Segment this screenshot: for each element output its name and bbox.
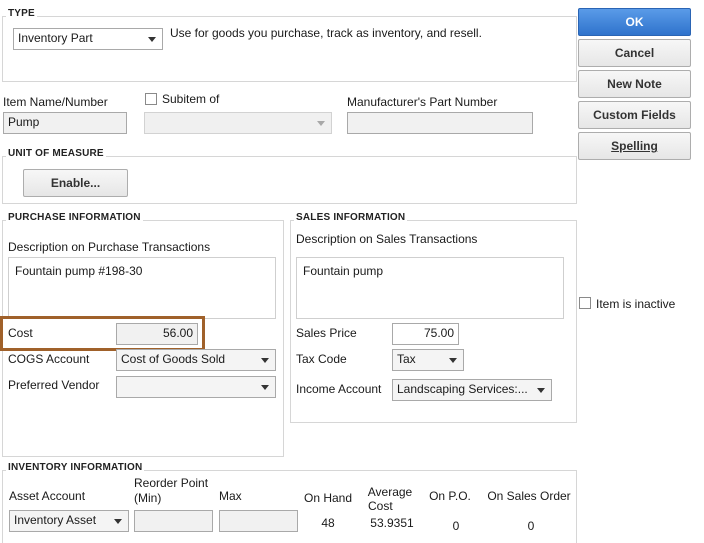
cogs-account-dropdown[interactable]: Cost of Goods Sold bbox=[116, 349, 276, 371]
average-cost-label-line1: Average bbox=[367, 485, 413, 499]
chevron-down-icon bbox=[537, 388, 545, 393]
item-type-value: Inventory Part bbox=[18, 31, 93, 45]
item-type-description: Use for goods you purchase, track as inv… bbox=[170, 26, 482, 40]
cogs-account-value: Cost of Goods Sold bbox=[121, 352, 226, 366]
item-inactive-checkbox[interactable] bbox=[579, 297, 591, 309]
income-account-label: Income Account bbox=[296, 382, 382, 396]
spelling-button[interactable]: Spelling bbox=[578, 132, 691, 160]
inventory-group-title: INVENTORY INFORMATION bbox=[6, 462, 145, 473]
cancel-button[interactable]: Cancel bbox=[578, 39, 691, 67]
asset-account-label: Asset Account bbox=[9, 489, 86, 503]
purchase-desc-label: Description on Purchase Transactions bbox=[8, 240, 211, 254]
sales-price-input[interactable]: 75.00 bbox=[392, 323, 459, 345]
on-sales-order-value: 0 bbox=[527, 519, 535, 533]
sales-group-title: SALES INFORMATION bbox=[294, 212, 408, 223]
reorder-point-label-line2: (Min) bbox=[134, 491, 162, 505]
on-sales-order-label: On Sales Order bbox=[487, 489, 571, 503]
mfr-part-label: Manufacturer's Part Number bbox=[347, 95, 498, 109]
sales-desc-label: Description on Sales Transactions bbox=[296, 232, 478, 246]
reorder-point-input[interactable] bbox=[134, 510, 213, 532]
average-cost-label: Average Cost bbox=[360, 485, 420, 513]
item-inactive-label: Item is inactive bbox=[596, 297, 676, 311]
purchase-group-title: PURCHASE INFORMATION bbox=[6, 212, 143, 223]
ok-button[interactable]: OK bbox=[578, 8, 691, 36]
reorder-point-label-line1: Reorder Point bbox=[134, 476, 209, 490]
on-hand-value: 48 bbox=[321, 516, 335, 530]
item-type-dropdown[interactable]: Inventory Part bbox=[13, 28, 163, 50]
mfr-part-input[interactable] bbox=[347, 112, 533, 134]
reorder-point-label: Reorder Point (Min) bbox=[134, 476, 208, 506]
on-po-value: 0 bbox=[452, 519, 460, 533]
uom-group-title: UNIT OF MEASURE bbox=[6, 148, 106, 159]
chevron-down-icon bbox=[449, 358, 457, 363]
item-name-label: Item Name/Number bbox=[3, 95, 108, 109]
item-name-input[interactable]: Pump bbox=[3, 112, 127, 134]
subitem-dropdown[interactable] bbox=[144, 112, 332, 134]
subitem-label: Subitem of bbox=[162, 92, 220, 106]
income-account-value: Landscaping Services:... bbox=[397, 382, 528, 396]
on-hand-label: On Hand bbox=[303, 491, 353, 505]
max-label: Max bbox=[219, 489, 242, 503]
cost-label: Cost bbox=[8, 326, 33, 340]
enable-uom-button[interactable]: Enable... bbox=[23, 169, 128, 197]
preferred-vendor-label: Preferred Vendor bbox=[8, 378, 100, 392]
average-cost-value: 53.9351 bbox=[370, 516, 414, 530]
chevron-down-icon bbox=[261, 358, 269, 363]
tax-code-label: Tax Code bbox=[296, 352, 347, 366]
tax-code-value: Tax bbox=[397, 352, 416, 366]
asset-account-dropdown[interactable]: Inventory Asset bbox=[9, 510, 129, 532]
chevron-down-icon bbox=[317, 121, 325, 126]
cogs-account-label: COGS Account bbox=[8, 352, 90, 366]
asset-account-value: Inventory Asset bbox=[14, 513, 97, 527]
chevron-down-icon bbox=[114, 519, 122, 524]
chevron-down-icon bbox=[261, 385, 269, 390]
sales-desc-value: Fountain pump bbox=[303, 264, 384, 278]
sales-desc-textarea[interactable]: Fountain pump bbox=[296, 257, 564, 319]
purchase-desc-textarea[interactable]: Fountain pump #198-30 bbox=[8, 257, 276, 319]
type-group-title: TYPE bbox=[6, 8, 37, 19]
tax-code-dropdown[interactable]: Tax bbox=[392, 349, 464, 371]
chevron-down-icon bbox=[148, 37, 156, 42]
on-po-label: On P.O. bbox=[429, 489, 471, 503]
purchase-desc-value: Fountain pump #198-30 bbox=[15, 264, 143, 278]
income-account-dropdown[interactable]: Landscaping Services:... bbox=[392, 379, 552, 401]
average-cost-label-line2: Cost bbox=[368, 499, 393, 513]
new-note-button[interactable]: New Note bbox=[578, 70, 691, 98]
subitem-checkbox[interactable] bbox=[145, 93, 157, 105]
cost-input[interactable]: 56.00 bbox=[116, 323, 198, 345]
sales-price-label: Sales Price bbox=[296, 326, 357, 340]
preferred-vendor-dropdown[interactable] bbox=[116, 376, 276, 398]
custom-fields-button[interactable]: Custom Fields bbox=[578, 101, 691, 129]
max-input[interactable] bbox=[219, 510, 298, 532]
